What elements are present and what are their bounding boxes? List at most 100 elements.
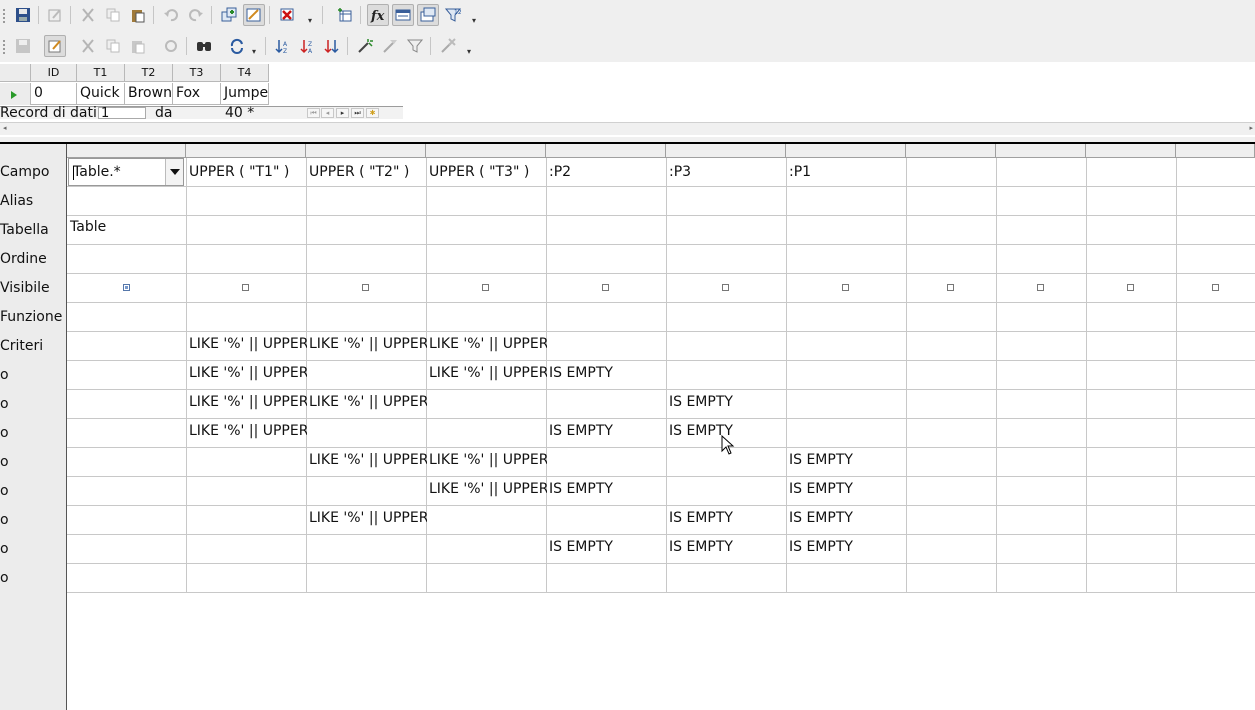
column-header[interactable]: T1: [77, 64, 125, 82]
criteria-cell[interactable]: IS EMPTY: [787, 504, 907, 533]
sort-cell[interactable]: [667, 245, 787, 274]
criteria-cell[interactable]: [907, 359, 997, 388]
chevron-down-icon[interactable]: [165, 159, 183, 185]
criteria-cell[interactable]: [547, 504, 667, 533]
sort-cell[interactable]: [547, 245, 667, 274]
table-cell[interactable]: 0: [31, 83, 77, 105]
criteria-cell[interactable]: LIKE '%' || UPPER: [307, 504, 427, 533]
column-handle[interactable]: [186, 144, 306, 158]
visible-checkbox[interactable]: [123, 284, 130, 291]
criteria-cell[interactable]: LIKE '%' || UPPER: [427, 446, 547, 475]
alias-cell[interactable]: [307, 187, 427, 216]
row-selector[interactable]: [0, 83, 31, 105]
first-record-button[interactable]: ⏮: [307, 108, 320, 118]
criteria-cell[interactable]: [427, 562, 547, 591]
visible-checkbox[interactable]: [1037, 284, 1044, 291]
criteria-cell[interactable]: IS EMPTY: [547, 475, 667, 504]
table-cell[interactable]: [997, 213, 1087, 242]
criteria-cell[interactable]: [1177, 475, 1255, 504]
criteria-cell[interactable]: [1087, 562, 1177, 591]
criteria-cell[interactable]: LIKE '%' || UPPER: [427, 475, 547, 504]
copy-icon[interactable]: [102, 35, 124, 57]
autofilter-icon[interactable]: [354, 35, 376, 57]
column-header[interactable]: T3: [173, 64, 221, 82]
table-cell[interactable]: [907, 213, 997, 242]
table-cell[interactable]: [1087, 213, 1177, 242]
table-cell[interactable]: Jumpe: [221, 83, 269, 105]
criteria-cell[interactable]: [997, 475, 1087, 504]
criteria-cell[interactable]: [68, 562, 187, 591]
alias-cell[interactable]: [1177, 187, 1255, 216]
column-handle[interactable]: [426, 144, 546, 158]
criteria-cell[interactable]: [547, 388, 667, 417]
criteria-cell[interactable]: [1087, 475, 1177, 504]
function-cell[interactable]: [547, 303, 667, 332]
criteria-cell[interactable]: LIKE '%' || UPPER: [307, 446, 427, 475]
criteria-cell[interactable]: [997, 330, 1087, 359]
alias-cell[interactable]: [1087, 187, 1177, 216]
criteria-cell[interactable]: [427, 533, 547, 562]
function-cell[interactable]: [1087, 303, 1177, 332]
criteria-cell[interactable]: [997, 533, 1087, 562]
criteria-cell[interactable]: [68, 533, 187, 562]
refresh-icon[interactable]: [226, 35, 248, 57]
criteria-cell[interactable]: [907, 533, 997, 562]
visible-checkbox[interactable]: [1212, 284, 1219, 291]
criteria-cell[interactable]: IS EMPTY: [667, 504, 787, 533]
criteria-cell[interactable]: [307, 562, 427, 591]
criteria-cell[interactable]: [907, 446, 997, 475]
column-handle[interactable]: [67, 144, 186, 158]
criteria-cell[interactable]: [427, 417, 547, 446]
criteria-cell[interactable]: LIKE '%' || UPPER: [427, 330, 547, 359]
criteria-cell[interactable]: [187, 504, 307, 533]
field-cell[interactable]: :P1: [787, 158, 907, 187]
visible-checkbox[interactable]: [482, 284, 489, 291]
sort-cell[interactable]: [997, 245, 1087, 274]
criteria-cell[interactable]: IS EMPTY: [787, 475, 907, 504]
criteria-cell[interactable]: IS EMPTY: [787, 533, 907, 562]
toolbar-grip[interactable]: [3, 40, 7, 54]
criteria-cell[interactable]: [1087, 446, 1177, 475]
alias-cell[interactable]: [997, 187, 1087, 216]
column-handle[interactable]: [546, 144, 666, 158]
edit-data-icon[interactable]: [44, 35, 66, 57]
field-cell[interactable]: UPPER ( "T2" ): [307, 158, 427, 187]
alias-cell[interactable]: [667, 187, 787, 216]
apply-filter-icon[interactable]: [404, 35, 426, 57]
visible-checkbox[interactable]: [947, 284, 954, 291]
field-cell[interactable]: :P2: [547, 158, 667, 187]
visible-checkbox[interactable]: [842, 284, 849, 291]
criteria-cell[interactable]: [68, 504, 187, 533]
criteria-cell[interactable]: [907, 388, 997, 417]
horizontal-scrollbar[interactable]: ◂ ▸: [0, 122, 1255, 135]
function-cell[interactable]: [307, 303, 427, 332]
function-cell[interactable]: [1177, 303, 1255, 332]
table-cell[interactable]: Table: [68, 213, 187, 242]
criteria-cell[interactable]: [1087, 417, 1177, 446]
scroll-left-icon[interactable]: ◂: [3, 124, 7, 132]
criteria-cell[interactable]: [667, 475, 787, 504]
criteria-cell[interactable]: [307, 533, 427, 562]
paste-icon[interactable]: [127, 4, 149, 26]
criteria-cell[interactable]: [787, 562, 907, 591]
table-cell[interactable]: [667, 213, 787, 242]
sort-cell[interactable]: [907, 245, 997, 274]
new-record-button[interactable]: ✱: [366, 108, 379, 118]
criteria-cell[interactable]: [1087, 533, 1177, 562]
table-cell[interactable]: [1177, 213, 1255, 242]
previous-record-button[interactable]: ◂: [321, 108, 334, 118]
paste-icon[interactable]: [127, 35, 149, 57]
column-handle[interactable]: [306, 144, 426, 158]
criteria-cell[interactable]: [1177, 388, 1255, 417]
criteria-cell[interactable]: [907, 330, 997, 359]
column-handle[interactable]: [906, 144, 996, 158]
field-cell[interactable]: [997, 158, 1087, 187]
criteria-cell[interactable]: [667, 359, 787, 388]
scroll-right-icon[interactable]: ▸: [1249, 124, 1253, 132]
column-handle[interactable]: [786, 144, 906, 158]
function-cell[interactable]: [187, 303, 307, 332]
sort-cell[interactable]: [1087, 245, 1177, 274]
refresh-dropdown-icon[interactable]: ▾: [252, 48, 260, 56]
sort-ascending-icon[interactable]: AZ: [271, 35, 293, 57]
column-header[interactable]: T4: [221, 64, 269, 82]
